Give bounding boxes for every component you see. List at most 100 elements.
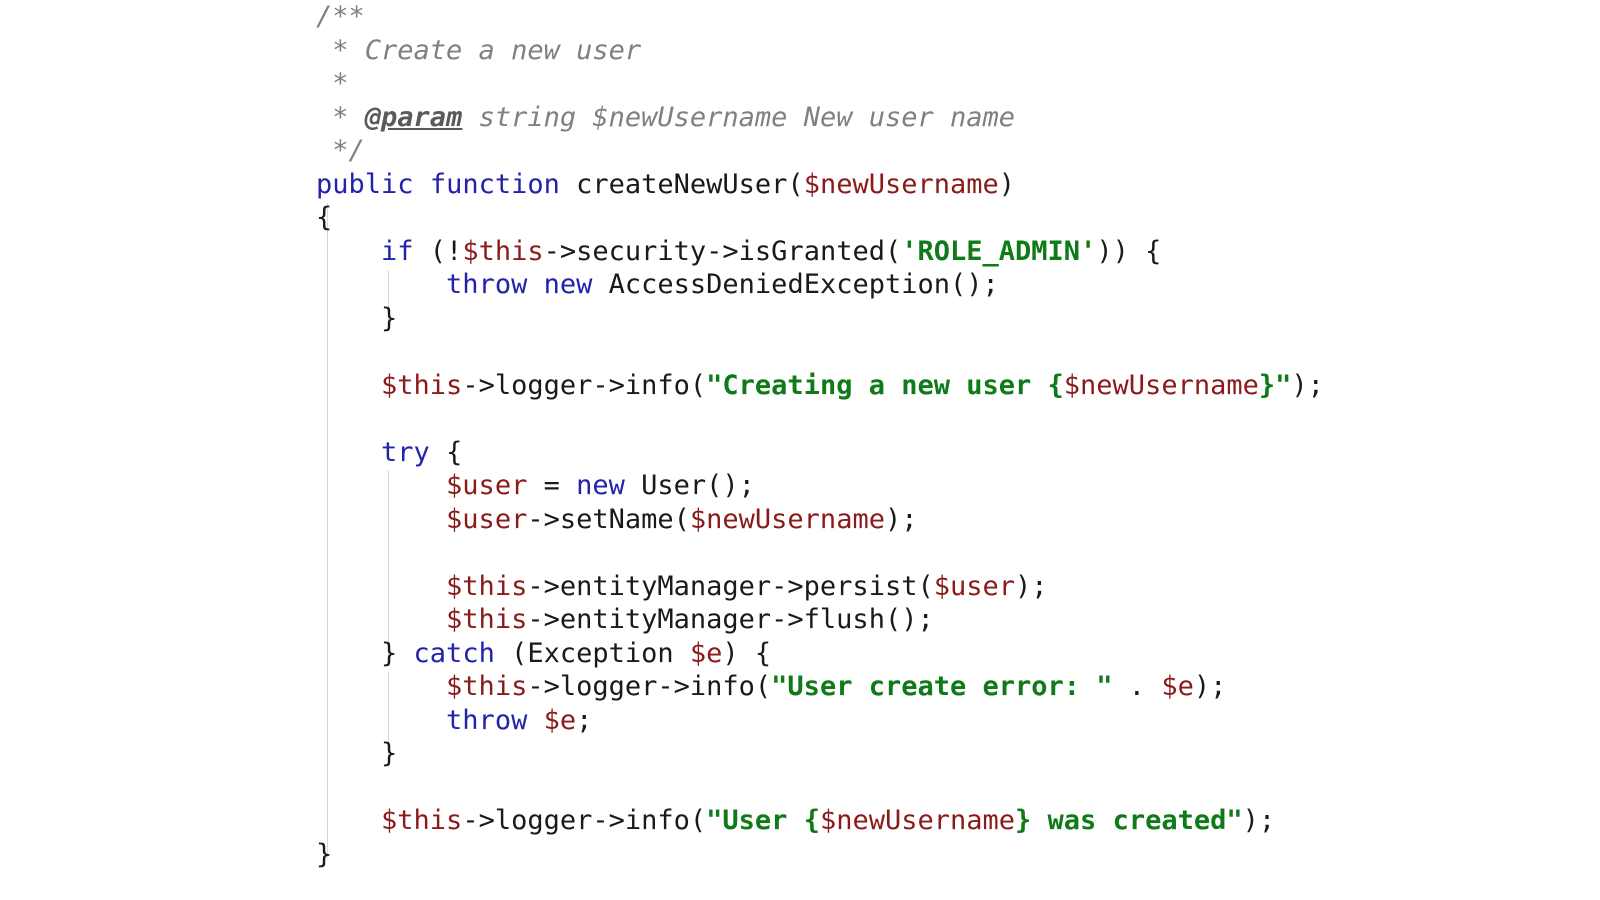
- token-var: $e: [1161, 671, 1194, 702]
- token-plain: ;: [576, 704, 593, 736]
- token-var: $user: [446, 470, 528, 501]
- token-plain: );: [884, 503, 918, 535]
- code-line[interactable]: $user = new User();: [316, 469, 1324, 503]
- token-string: "User {: [706, 805, 820, 836]
- code-line[interactable]: [316, 335, 1324, 369]
- token-plain: ->logger->info(: [462, 805, 707, 836]
- token-keyword: catch: [413, 637, 495, 669]
- token-string: 'ROLE_ADMIN': [901, 235, 1097, 267]
- code-line[interactable]: }: [316, 737, 1324, 771]
- token-var: $this: [381, 369, 463, 401]
- token-plain: AccessDeniedException();: [592, 269, 999, 300]
- token-plain: }: [316, 838, 333, 870]
- token-comment: *: [316, 68, 349, 99]
- token-plain: ->security->isGranted(: [543, 235, 902, 267]
- token-var: $this: [446, 604, 528, 635]
- token-keyword: throw: [446, 269, 528, 300]
- code-line[interactable]: if (!$this->security->isGranted('ROLE_AD…: [316, 235, 1324, 269]
- token-plain: (!: [413, 235, 463, 267]
- token-var: $newUsername: [819, 805, 1016, 836]
- code-line[interactable]: [316, 536, 1324, 570]
- token-var: $this: [381, 805, 463, 836]
- code-line[interactable]: */: [316, 134, 1324, 168]
- token-var: $user: [446, 503, 528, 535]
- token-plain: createNewUser(: [559, 168, 804, 200]
- token-string: "User create error: ": [771, 671, 1113, 702]
- token-var: $newUsername: [803, 168, 999, 200]
- code-line[interactable]: $this->logger->info("User create error: …: [316, 670, 1324, 704]
- token-plain: User();: [624, 470, 755, 501]
- token-plain: ->logger->info(: [462, 369, 707, 401]
- code-line[interactable]: }: [316, 302, 1324, 336]
- token-plain: )) {: [1096, 235, 1162, 267]
- code-line[interactable]: $this->entityManager->persist($user);: [316, 570, 1324, 604]
- token-plain: );: [1193, 671, 1227, 702]
- token-var: $this: [446, 671, 528, 702]
- token-plain: }: [316, 637, 414, 669]
- code-text-block[interactable]: /** * Create a new user * * @param strin…: [316, 0, 1324, 871]
- token-string: }": [1258, 369, 1292, 401]
- token-comment: */: [316, 135, 365, 166]
- token-var: $e: [689, 637, 723, 669]
- code-line[interactable]: try {: [316, 436, 1324, 470]
- code-line[interactable]: [316, 771, 1324, 805]
- token-plain: );: [1242, 805, 1276, 836]
- token-plain: ->entityManager->persist(: [527, 570, 934, 602]
- token-plain: {: [429, 436, 463, 468]
- code-line[interactable]: $this->logger->info("Creating a new user…: [316, 369, 1324, 403]
- token-plain: );: [1291, 369, 1324, 401]
- token-plain: );: [1015, 570, 1048, 602]
- token-plain: ->setName(: [527, 503, 690, 535]
- token-plain: }: [316, 738, 398, 769]
- token-keyword: try: [381, 436, 430, 468]
- code-line[interactable]: /**: [316, 0, 1324, 34]
- token-comment: /**: [316, 1, 365, 32]
- token-var: $this: [446, 570, 528, 602]
- code-line[interactable]: } catch (Exception $e) {: [316, 637, 1324, 671]
- token-string: } was created": [1015, 805, 1243, 836]
- code-line[interactable]: $this->entityManager->flush();: [316, 603, 1324, 637]
- code-line[interactable]: $user->setName($newUsername);: [316, 503, 1324, 537]
- token-var: $this: [462, 235, 544, 267]
- token-var: $newUsername: [689, 503, 885, 535]
- code-line[interactable]: public function createNewUser($newUserna…: [316, 168, 1324, 202]
- code-line[interactable]: * @param string $newUsername New user na…: [316, 101, 1324, 135]
- token-keyword: function: [429, 168, 560, 200]
- token-keyword: new: [576, 470, 625, 501]
- token-tag: @param: [364, 101, 463, 133]
- code-line[interactable]: * Create a new user: [316, 34, 1324, 68]
- code-line[interactable]: }: [316, 838, 1324, 872]
- token-keyword: new: [543, 269, 593, 300]
- token-keyword: if: [381, 235, 414, 267]
- code-editor-viewport[interactable]: /** * Create a new user * * @param strin…: [0, 0, 1600, 900]
- token-plain: =: [527, 470, 577, 501]
- code-line[interactable]: throw new AccessDeniedException();: [316, 268, 1324, 302]
- code-line[interactable]: {: [316, 201, 1324, 235]
- token-string: "Creating a new user {: [706, 369, 1064, 401]
- token-var: $newUsername: [1063, 369, 1259, 401]
- token-comment: *: [316, 101, 365, 133]
- token-plain: }: [316, 302, 398, 334]
- token-plain: (Exception: [494, 637, 690, 669]
- code-line[interactable]: *: [316, 67, 1324, 101]
- code-line[interactable]: throw $e;: [316, 704, 1324, 738]
- token-keyword: public: [316, 168, 414, 200]
- token-plain: ) {: [722, 637, 772, 669]
- code-line[interactable]: $this->logger->info("User {$newUsername}…: [316, 804, 1324, 838]
- token-plain: ): [998, 168, 1016, 200]
- token-comment: * Create a new user: [316, 34, 642, 66]
- code-line[interactable]: [316, 402, 1324, 436]
